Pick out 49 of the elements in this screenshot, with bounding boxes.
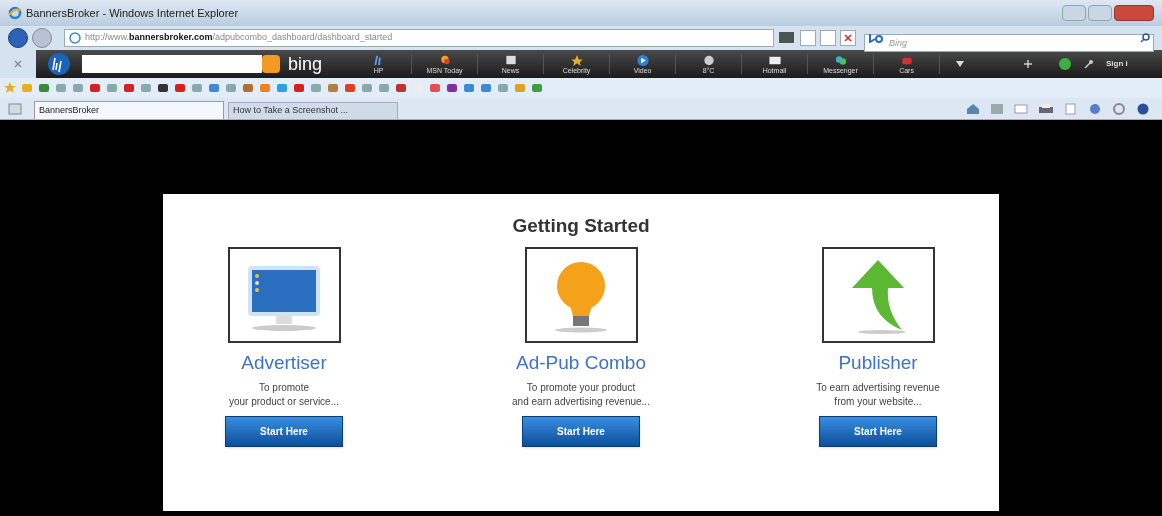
back-button[interactable] <box>8 28 28 48</box>
refresh-button[interactable] <box>820 30 836 46</box>
dropdown-icon[interactable] <box>956 61 965 67</box>
key-icon[interactable] <box>1084 59 1095 69</box>
bing-logo-icon <box>868 33 884 43</box>
close-icon[interactable] <box>14 60 22 68</box>
page-icon <box>69 32 81 44</box>
add-icon[interactable] <box>1024 60 1033 68</box>
quick-tabs-icon[interactable] <box>8 103 22 115</box>
window-title: BannersBroker - Windows Internet Explorer <box>26 5 239 21</box>
bing-logo: bing <box>288 55 323 73</box>
browser-tab[interactable]: How to Take a Screenshot ... <box>228 102 398 119</box>
search-field[interactable]: Bing <box>864 34 1154 52</box>
start-here-button[interactable]: Start Here <box>225 416 343 447</box>
address-field[interactable]: http://www.bannersbroker.com/adpubcombo_dashboard/dashboard_started <box>64 29 774 47</box>
browser-tab[interactable]: BannersBroker <box>34 101 224 119</box>
close-button[interactable] <box>1114 5 1154 21</box>
video-icon[interactable] <box>635 54 650 67</box>
browser-logo-icon <box>8 6 22 20</box>
light-bulb-icon <box>555 261 607 332</box>
search-icon[interactable] <box>1140 33 1150 43</box>
favorite-site-icon[interactable] <box>395 82 407 94</box>
sign-in-link[interactable]: Sign i <box>1106 58 1128 70</box>
compatibility-button[interactable] <box>800 30 816 46</box>
start-here-button[interactable]: Start Here <box>819 416 937 447</box>
option-title: Publisher <box>838 350 918 375</box>
favorite-site-icon[interactable] <box>157 82 169 94</box>
page-heading: Getting Started <box>512 214 650 238</box>
messenger-icon[interactable] <box>833 54 848 67</box>
search-button[interactable] <box>262 55 280 73</box>
print-icon[interactable] <box>1038 103 1054 115</box>
option-title: Advertiser <box>241 350 327 375</box>
option-description: To promote your product or service... <box>227 381 340 409</box>
curved-arrow-icon <box>852 259 906 334</box>
favorite-site-icon[interactable] <box>446 82 458 94</box>
url-text: http://www.bannersbroker.com/adpubcombo_dashboard/dashboard_started <box>85 31 393 45</box>
start-here-button[interactable]: Start Here <box>522 416 640 447</box>
option-title: Ad-Pub Combo <box>516 350 646 375</box>
stop-icon <box>844 34 852 42</box>
toolbar-search-field[interactable] <box>82 55 262 73</box>
monitor-icon <box>248 265 320 331</box>
option-description: To earn advertising revenue from your website... <box>815 381 941 409</box>
minimize-button[interactable] <box>1062 5 1086 21</box>
option-description: To promote your product and earn advertising revenue... <box>511 381 651 409</box>
stop-button[interactable] <box>840 30 856 46</box>
celebrity-icon[interactable] <box>569 54 584 67</box>
home-icon[interactable] <box>966 103 980 115</box>
maximize-button[interactable] <box>1088 5 1112 21</box>
favorites-star-icon[interactable] <box>4 82 16 94</box>
